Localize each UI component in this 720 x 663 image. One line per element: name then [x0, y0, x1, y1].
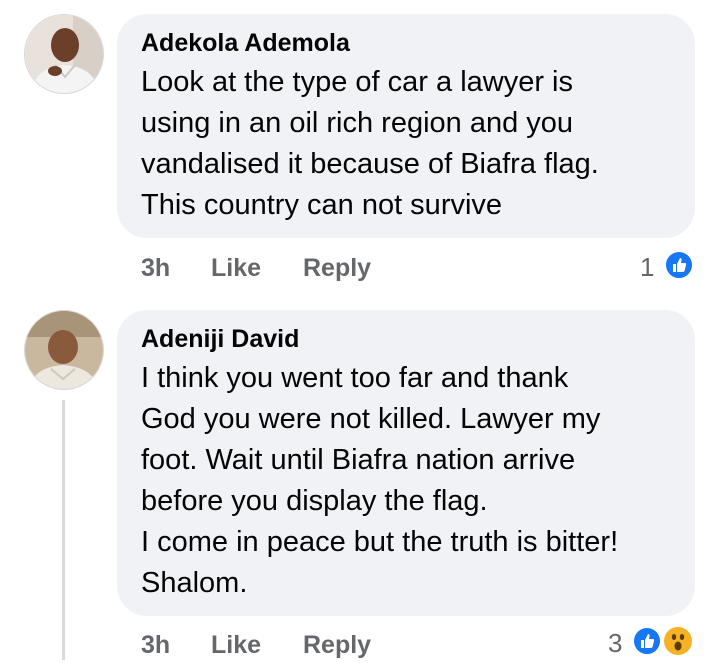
reply-button[interactable]: Reply: [303, 631, 371, 660]
comment-timestamp[interactable]: 3h: [141, 254, 170, 283]
comment-actions: 3h Like Reply: [141, 254, 701, 286]
wow-icon[interactable]: [662, 625, 694, 657]
comment-author[interactable]: Adeniji David: [141, 324, 673, 354]
comment-text: Look at the type of car a lawyer is usin…: [141, 66, 599, 221]
avatar-adekola-ademola[interactable]: [24, 14, 104, 94]
comment-bubble: Adekola Ademola Look at the type of car …: [117, 14, 695, 238]
reaction-count[interactable]: 3: [608, 628, 622, 659]
like-icon[interactable]: [664, 250, 694, 280]
reply-button[interactable]: Reply: [303, 254, 371, 283]
reaction-count[interactable]: 1: [640, 252, 654, 283]
comment-author[interactable]: Adekola Ademola: [141, 28, 673, 58]
comment-bubble: Adeniji David I think you went too far a…: [117, 310, 695, 616]
comment-text: I think you went too far and thank God y…: [141, 362, 619, 599]
comment-timestamp[interactable]: 3h: [141, 631, 170, 660]
like-button[interactable]: Like: [211, 631, 261, 660]
like-button[interactable]: Like: [211, 254, 261, 283]
thread-line: [62, 400, 65, 660]
avatar-adeniji-david[interactable]: [24, 310, 104, 390]
like-icon[interactable]: [632, 626, 662, 656]
